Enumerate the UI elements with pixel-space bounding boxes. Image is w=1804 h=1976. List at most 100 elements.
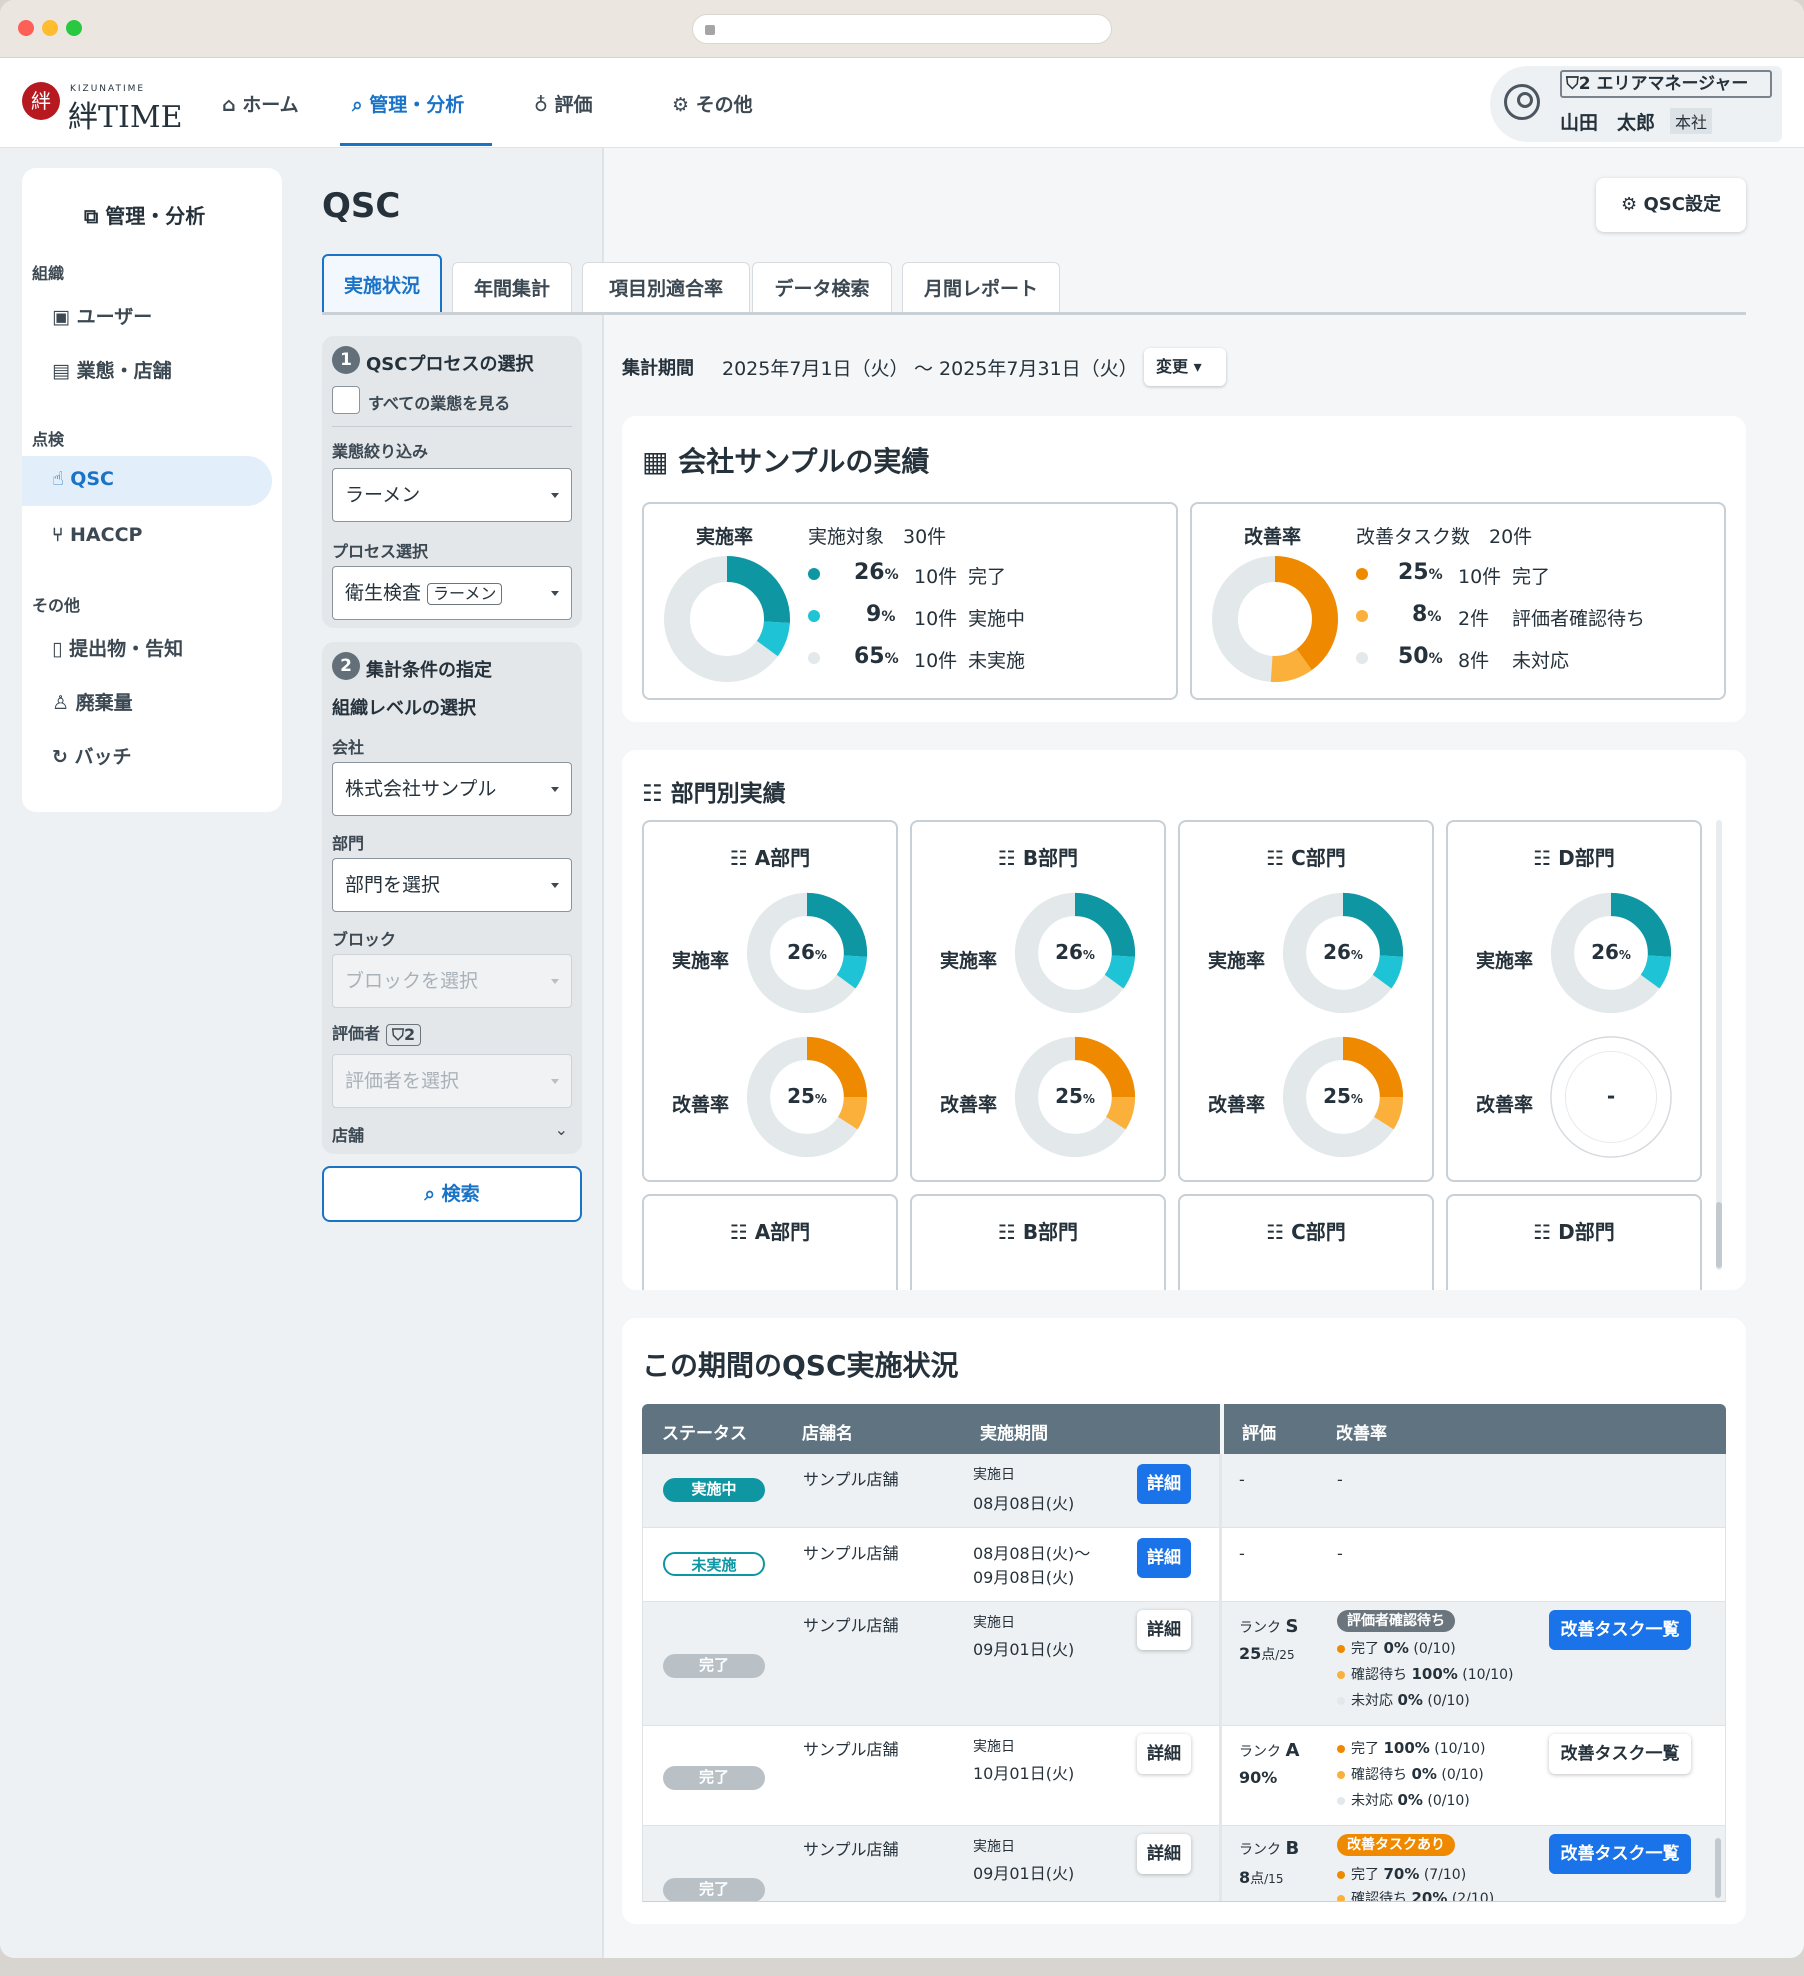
tab-item-rate[interactable]: 項目別適合率 — [582, 262, 750, 314]
step-title: 集計条件の指定 — [366, 660, 492, 681]
improve-rate-label: 改善率 — [1244, 526, 1302, 548]
search-button[interactable]: ⌕ 検索 — [322, 1166, 582, 1222]
dept-card[interactable]: ☷ A部門 実施率 26% 改善率 25% — [642, 820, 898, 1182]
improve-rate-donut: 25% — [744, 1034, 870, 1160]
detail-button[interactable]: 詳細 — [1137, 1464, 1191, 1504]
period-value: 09月01日(火) — [973, 1864, 1075, 1883]
tab-divider — [322, 312, 1746, 315]
detail-button[interactable]: 詳細 — [1137, 1834, 1191, 1874]
fork-knife-icon: ⑂ — [52, 524, 64, 546]
legend-dot — [1337, 1745, 1345, 1753]
detail-button[interactable]: 詳細 — [1137, 1610, 1191, 1650]
improve-done-pct: 25% — [1398, 560, 1443, 585]
period-label: 実施日 — [973, 1839, 1015, 1855]
dept-card[interactable]: ☷ D部門 — [1446, 1194, 1702, 1290]
improve-done-status: 完了 — [1512, 566, 1551, 588]
sidebar-item-waste[interactable]: ♙ 廃棄量 — [52, 688, 133, 715]
dept-card[interactable]: ☷ B部門 実施率 26% 改善率 25% — [910, 820, 1166, 1182]
dept-card[interactable]: ☷ B部門 — [910, 1194, 1166, 1290]
tab-status[interactable]: 実施状況 — [322, 254, 442, 314]
detail-button[interactable]: 詳細 — [1137, 1734, 1191, 1774]
th-period: 実施期間 — [980, 1424, 1048, 1444]
progress-waiting: 確認待ち 20% (2/10) — [1337, 1888, 1494, 1901]
sidebar-item-haccp[interactable]: ⑂ HACCP — [52, 524, 142, 546]
nav-active-indicator — [340, 143, 492, 146]
company-label: 会社 — [332, 738, 365, 757]
period-value: 09月01日(火) — [973, 1640, 1075, 1659]
store-name[interactable]: サンプル店舗 — [803, 1466, 899, 1490]
qsc-settings-button[interactable]: ⚙ QSC設定 — [1596, 178, 1746, 232]
improve-tasks-button[interactable]: 改善タスク一覧 — [1549, 1610, 1691, 1650]
sidebar-item-stores[interactable]: ▤ 業態・店舗 — [52, 356, 172, 383]
dept-scrollbar[interactable] — [1716, 1202, 1722, 1268]
improve-value: - — [1337, 1544, 1343, 1563]
company-select[interactable]: 株式会社サンプル — [332, 762, 572, 816]
status-badge: 未実施 — [663, 1552, 765, 1576]
th-status: ステータス — [662, 1424, 747, 1444]
store-name[interactable]: サンプル店舗 — [803, 1612, 899, 1636]
th-store: 店舗名 — [802, 1424, 853, 1444]
category-select[interactable]: ラーメン — [332, 468, 572, 522]
tab-monthly-report[interactable]: 月間レポート — [902, 262, 1060, 314]
dept-card[interactable]: ☷ C部門 — [1178, 1194, 1434, 1290]
close-window-button[interactable] — [18, 20, 34, 36]
period-value: 09月08日(火) — [973, 1568, 1075, 1587]
nav-analysis[interactable]: ⌕ 管理・分析 — [352, 90, 464, 117]
tab-annual[interactable]: 年間集計 — [452, 262, 572, 314]
nav-other[interactable]: ⚙ その他 — [672, 90, 753, 117]
change-period-button[interactable]: 変更 ▾ — [1144, 348, 1226, 386]
caret-down-icon: ▾ — [1193, 357, 1202, 376]
improve-rate-value: 25% — [787, 1084, 827, 1108]
period-end: 〜 2025年7月31日（火） — [914, 358, 1138, 380]
store-name[interactable]: サンプル店舗 — [803, 1736, 899, 1760]
dept-card[interactable]: ☷ C部門 実施率 26% 改善率 25% — [1178, 820, 1434, 1182]
document-icon: ▯ — [52, 638, 63, 660]
maximize-window-button[interactable] — [66, 20, 82, 36]
status-badge: 完了 — [663, 1766, 765, 1790]
minimize-window-button[interactable] — [42, 20, 58, 36]
legend-dot — [1356, 568, 1368, 580]
score: 8点/15 — [1239, 1868, 1284, 1887]
improve-none-status: 未対応 — [1512, 650, 1570, 672]
user-card-icon: ▣ — [52, 306, 70, 328]
impl-done-pct: 26% — [854, 560, 899, 585]
sidebar-item-users[interactable]: ▣ ユーザー — [52, 302, 152, 329]
process-select[interactable]: 衛生検査 ラーメン — [332, 566, 572, 620]
dept-select[interactable]: 部門を選択 — [332, 858, 572, 912]
store-name[interactable]: サンプル店舗 — [803, 1540, 899, 1564]
chevron-down-icon[interactable]: ⌄ — [555, 1120, 568, 1139]
impl-rate-label: 実施率 — [672, 950, 730, 972]
improve-done-count: 10件 — [1458, 566, 1502, 588]
dept-card[interactable]: ☷ D部門 実施率 26% 改善率 - — [1446, 820, 1702, 1182]
sidebar-item-batch[interactable]: ↻ バッチ — [52, 742, 132, 769]
period-value: 10月01日(火) — [973, 1764, 1075, 1783]
progress-done: 完了 0% (0/10) — [1337, 1638, 1456, 1658]
impl-rate-value: 26% — [787, 940, 827, 964]
sidebar-item-qsc[interactable]: ☝ QSC — [52, 468, 114, 490]
show-all-checkbox[interactable] — [332, 386, 360, 414]
table-scrollbar[interactable] — [1715, 1838, 1721, 1898]
sidebar-item-notices[interactable]: ▯ 提出物・告知 — [52, 634, 183, 661]
rank: ランク A — [1239, 1740, 1300, 1761]
dept-card[interactable]: ☷ A部門 — [642, 1194, 898, 1290]
block-select[interactable]: ブロックを選択 — [332, 954, 572, 1008]
tab-data-search[interactable]: データ検索 — [752, 262, 892, 314]
legend-dot — [1337, 1645, 1345, 1653]
user-avatar-icon — [1504, 84, 1540, 120]
store-name[interactable]: サンプル店舗 — [803, 1836, 899, 1860]
user-menu[interactable]: ⛉2 エリアマネージャー 山田 太郎 本社 — [1490, 66, 1782, 142]
detail-button[interactable]: 詳細 — [1137, 1538, 1191, 1578]
table-title: この期間のQSC実施状況 — [642, 1349, 959, 1382]
nav-home[interactable]: ⌂ ホーム — [222, 90, 299, 117]
column-divider — [1219, 1454, 1222, 1901]
nav-eval[interactable]: ♁ 評価 — [534, 90, 593, 117]
improve-tasks-button[interactable]: 改善タスク一覧 — [1549, 1734, 1691, 1774]
sidebar-section-other: その他 — [32, 596, 81, 615]
improve-none-pct: 50% — [1398, 644, 1443, 669]
address-bar[interactable] — [692, 14, 1112, 44]
rank: ランク B — [1239, 1838, 1300, 1859]
evaluator-select[interactable]: 評価者を選択 — [332, 1054, 572, 1108]
home-icon: ⌂ — [222, 94, 236, 116]
improve-tasks-button[interactable]: 改善タスク一覧 — [1549, 1834, 1691, 1874]
sidebar-title: ⧉ 管理・分析 — [84, 204, 206, 228]
